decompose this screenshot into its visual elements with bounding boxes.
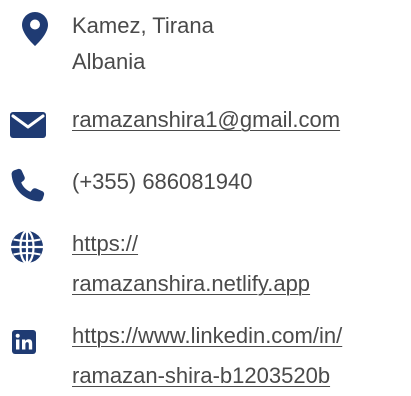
linkedin-icon — [12, 330, 36, 354]
linkedin-link-line-1[interactable]: https://www.linkedin.com/in/ — [72, 323, 342, 348]
location-line-2: Albania — [72, 49, 146, 74]
contact-location: Kamez, Tirana Albania — [0, 0, 411, 90]
contact-linkedin: https://www.linkedin.com/in/ ramazan-shi… — [0, 314, 411, 392]
location-line-1: Kamez, Tirana — [72, 13, 214, 38]
phone-icon — [11, 168, 45, 202]
contact-phone: (+355) 686081940 — [0, 160, 411, 210]
phone-number: (+355) 686081940 — [72, 169, 253, 194]
email-link[interactable]: ramazanshira1@gmail.com — [72, 107, 340, 132]
contact-website: https:// ramazanshira.netlify.app — [0, 218, 411, 298]
website-link-line-2[interactable]: ramazanshira.netlify.app — [72, 271, 310, 296]
website-link-line-1[interactable]: https:// — [72, 231, 138, 256]
globe-icon — [10, 230, 44, 264]
linkedin-link-line-2[interactable]: ramazan-shira-b1203520b — [72, 363, 330, 388]
contact-email: ramazanshira1@gmail.com — [0, 98, 411, 148]
envelope-icon — [10, 112, 46, 138]
map-pin-icon — [22, 12, 48, 46]
location-text: Kamez, Tirana Albania — [72, 8, 214, 80]
